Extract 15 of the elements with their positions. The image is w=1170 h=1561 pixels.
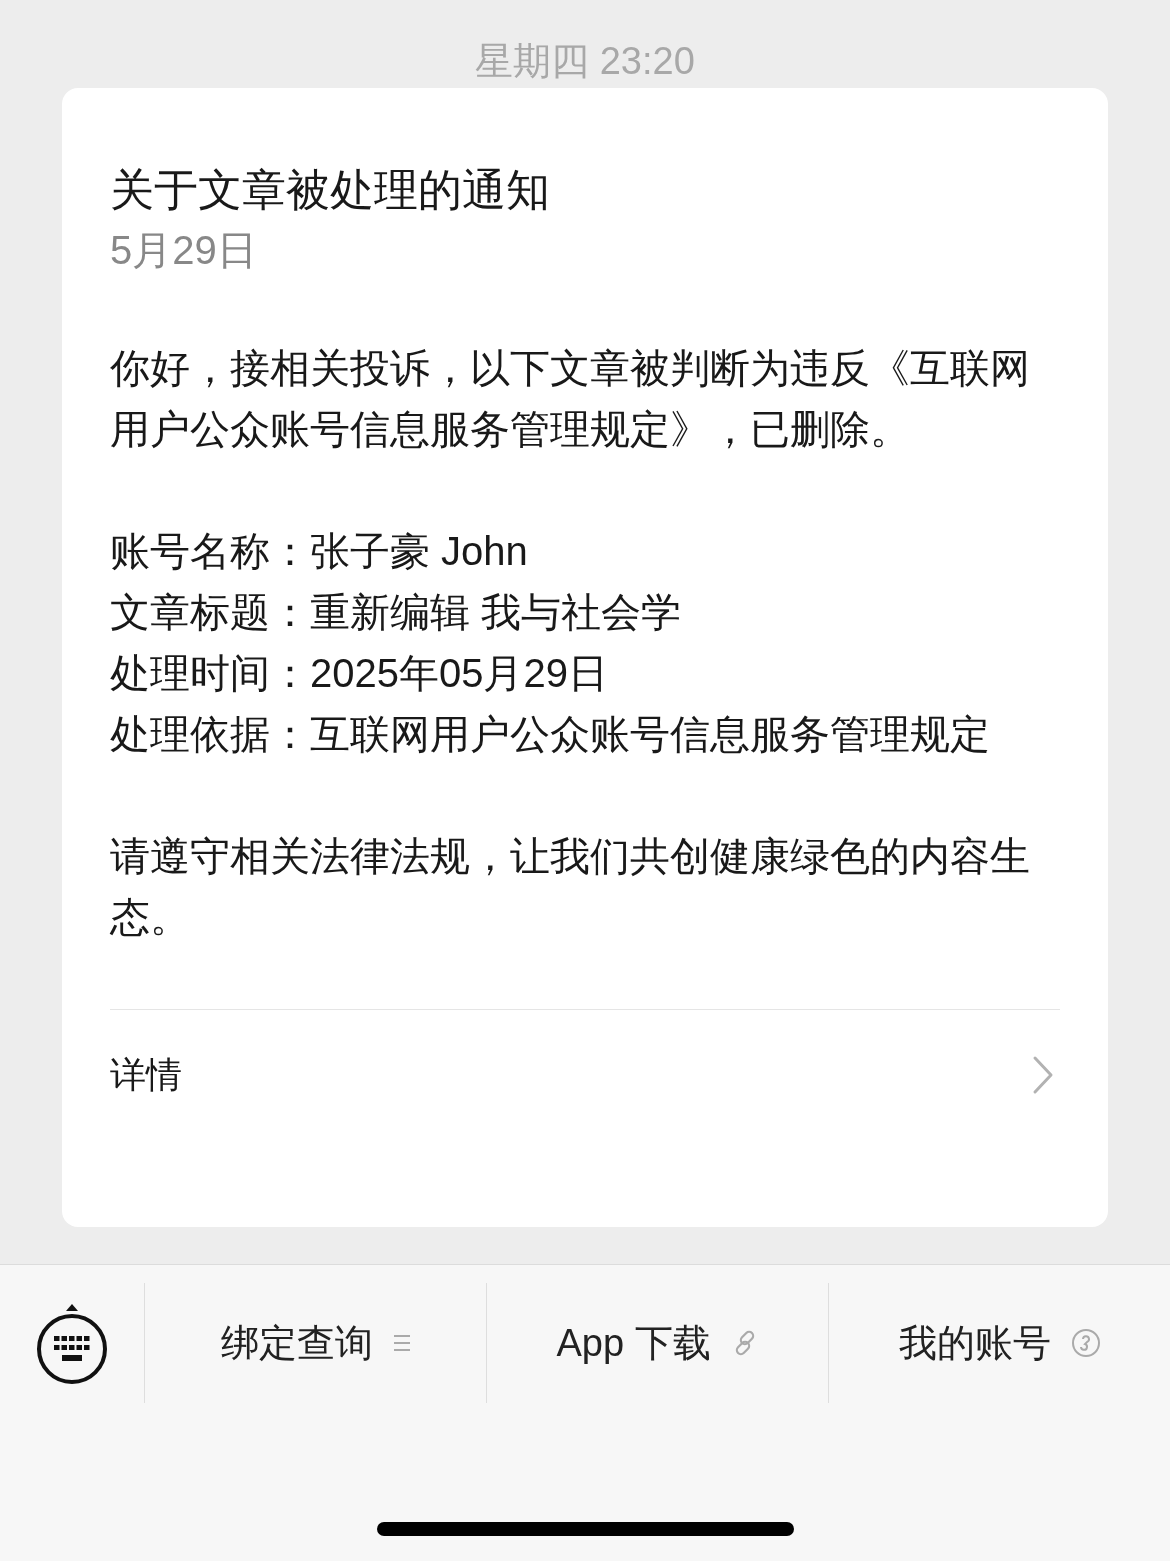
notification-text: 请遵守相关法律法规，让我们共创健康绿色的内容生态。 [110,833,1031,941]
notification-date: 5月29日 [110,227,258,274]
details-link[interactable]: 详情 [110,1010,1060,1140]
notification-text: 处理依据：互联网用户公众账号信息服务管理规定 [110,711,991,758]
notification-text: 文章标题：重新编辑 我与社会学 [110,589,683,636]
notification-text: 处理时间：2025年05月29日 [110,650,609,697]
menu-icon [392,1334,411,1352]
menu-tab[interactable]: 绑定查询 [144,1283,486,1403]
menu-tab[interactable]: 我的账号 [828,1283,1170,1403]
chevron-right-icon [1032,1055,1054,1095]
menu-tab[interactable]: App 下载 [486,1283,828,1403]
notification-title: 关于文章被处理的通知 [110,164,551,216]
notification-text: 你好，接相关投诉，以下文章被判断为违反《互联网用户公众账号信息服务管理规定》，已删除。 [110,345,1031,453]
notification-text: 账号名称：张子豪 John [110,528,529,575]
message-timestamp: 星期四 23:20 [475,39,695,84]
